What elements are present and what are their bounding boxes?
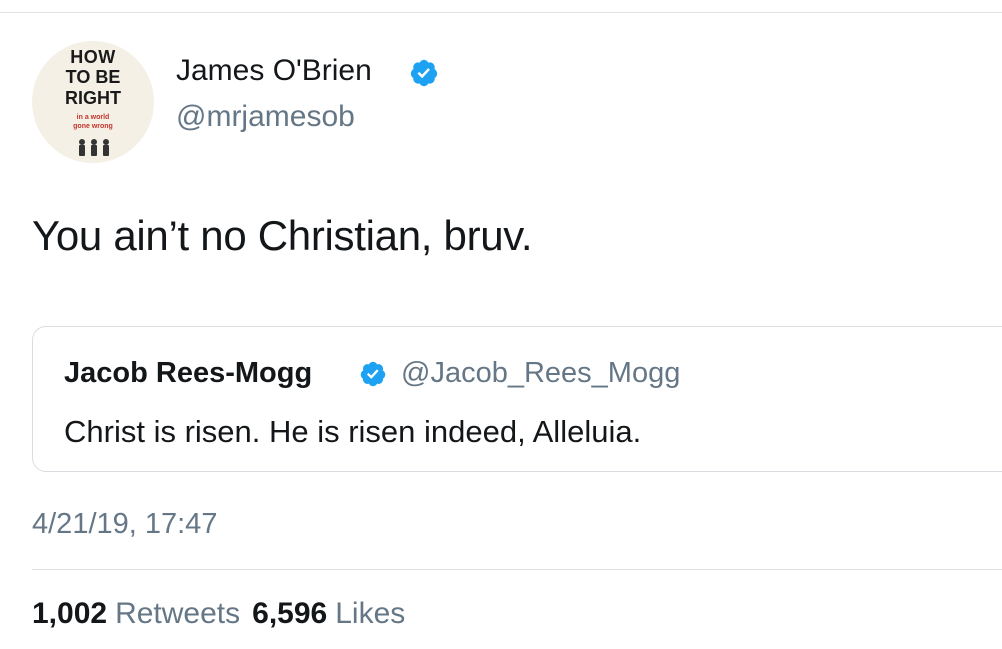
avatar-title-line-1: HOW [70, 47, 116, 67]
likes-count: 6,596 [252, 597, 328, 630]
verified-badge-icon [410, 59, 438, 87]
retweets-count: 1,002 [32, 597, 108, 630]
verified-badge-icon [360, 361, 386, 387]
top-divider [0, 12, 1002, 13]
stats-divider [32, 569, 1002, 570]
author-handle[interactable]: @mrjamesob [176, 100, 355, 134]
likes-label: Likes [335, 597, 406, 630]
figures-icon [79, 139, 109, 156]
tweet-stats: 1,002 Retweets 6,596 Likes [32, 597, 405, 631]
tweet-text: You ain’t no Christian, bruv. [32, 212, 533, 259]
avatar[interactable]: HOW TO BE RIGHT in a world gone wrong [32, 41, 154, 163]
likes-stat[interactable]: 6,596 Likes [252, 597, 405, 630]
avatar-subtitle-line-2: gone wrong [73, 123, 113, 130]
avatar-subtitle-line-1: in a world [76, 114, 110, 121]
quoted-author-handle: @Jacob_Rees_Mogg [401, 357, 681, 389]
author-display-name[interactable]: James O'Brien [176, 54, 372, 88]
quoted-tweet-card[interactable]: Jacob Rees-Mogg @Jacob_Rees_Mogg Christ … [32, 326, 1002, 472]
quoted-author-name: Jacob Rees-Mogg [64, 357, 313, 389]
quoted-tweet-text: Christ is risen. He is risen indeed, All… [64, 414, 642, 449]
retweets-label: Retweets [115, 597, 241, 630]
retweets-stat[interactable]: 1,002 Retweets [32, 597, 240, 630]
avatar-title-line-2: TO BE [65, 67, 121, 87]
tweet-timestamp[interactable]: 4/21/19, 17:47 [32, 508, 217, 541]
avatar-title-line-3: RIGHT [65, 88, 121, 108]
